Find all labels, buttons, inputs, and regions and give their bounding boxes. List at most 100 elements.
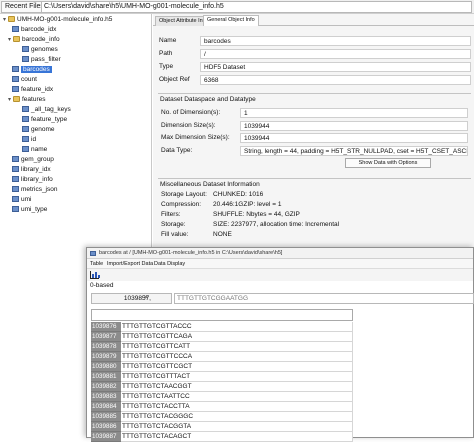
row-index: 1039885 (91, 412, 121, 422)
tree-item-umi[interactable]: umi (12, 195, 31, 205)
row-value[interactable]: TTTGTTGTCGTTTACT (121, 372, 353, 382)
tree-item-umi-type[interactable]: umi_type (12, 205, 47, 215)
collapse-toggle-icon[interactable]: ▾ (6, 95, 13, 105)
tree-item-library-idx[interactable]: library_idx (12, 165, 51, 175)
table-row[interactable]: 1039881 TTTGTTGTCGTTTACT (91, 372, 353, 382)
row-value[interactable]: TTTGTTGTCTAATTCC (121, 392, 353, 402)
table-row[interactable]: 1039877 TTTGTTGTCGTTCAGA (91, 332, 353, 342)
compression-row: Compression: 20.446:1GZIP: level = 1 (161, 201, 282, 208)
table-row[interactable]: 1039882 TTTGTTGTCTAACGGT (91, 382, 353, 392)
dataset-table-window[interactable]: barcodes at / [UMH-MO-g001-molecule_info… (86, 247, 474, 442)
row-value[interactable]: TTTGTTGTCTACGGTA (121, 422, 353, 432)
dimsize-row: Dimension Size(s): 1039944 (158, 121, 471, 131)
collapse-toggle-icon[interactable]: ▾ (6, 35, 13, 45)
maxdim-row: Max Dimension Size(s): 1039944 (158, 133, 471, 143)
dataset-icon (22, 136, 29, 142)
row-value[interactable]: TTTGTTGTCGTTCGCT (121, 362, 353, 372)
tree-item-barcode-info[interactable]: ▾ barcode_info (6, 35, 60, 45)
prop-type: Type HDF5 Dataset (155, 62, 471, 73)
tree-item-all-tag-keys[interactable]: _all_tag_keys (22, 105, 71, 115)
prop-path: Path / (155, 49, 471, 60)
equals-sign: = (144, 294, 148, 301)
table-row[interactable]: 1039886 TTTGTTGTCTACGGTA (91, 422, 353, 432)
tree-root[interactable]: ▾ UMH-MO-g001-molecule_info.h5 (1, 15, 112, 25)
menu-table[interactable]: Table (90, 260, 103, 268)
column-header[interactable] (91, 309, 353, 321)
recent-files-bar: Recent Files C:\Users\david\share\h5\UMH… (0, 0, 474, 14)
window-title-bar[interactable]: barcodes at / [UMH-MO-g001-molecule_info… (87, 248, 473, 259)
dataset-icon (22, 146, 29, 152)
dataset-icon (12, 206, 19, 212)
row-index: 1039880 (91, 362, 121, 372)
tree-item-features[interactable]: ▾ features (6, 95, 46, 105)
index-base-label: 0-based (90, 282, 114, 289)
window-title: barcodes at / [UMH-MO-g001-molecule_info… (99, 250, 283, 256)
row-index: 1039884 (91, 402, 121, 412)
tree-item-feature-type[interactable]: feature_type (22, 115, 67, 125)
row-index: 1039876 (91, 322, 121, 332)
chart-icon[interactable] (90, 271, 100, 279)
table-row[interactable]: 1039884 TTTGTTGTCTACCTTA (91, 402, 353, 412)
dataset-icon (12, 66, 19, 72)
dataspace-title: Dataset Dataspace and Datatype (160, 96, 256, 103)
tree-item-barcodes[interactable]: barcodes (12, 65, 52, 75)
menu-data-display[interactable]: Data Display (154, 260, 185, 268)
table-row[interactable]: 1039883 TTTGTTGTCTAATTCC (91, 392, 353, 402)
row-value[interactable]: TTTGTTGTCGTTCAGA (121, 332, 353, 342)
row-value[interactable]: TTTGTTGTCTACCTTA (121, 402, 353, 412)
file-path-input[interactable]: C:\Users\david\share\h5\UMH-MO-g001-mole… (41, 1, 472, 13)
row-value[interactable]: TTTGTTGTCGTTCCCA (121, 352, 353, 362)
tree-item-feature-idx[interactable]: feature_idx (12, 85, 53, 95)
row-value[interactable]: TTTGTTGTCTACAGCT (121, 432, 353, 442)
table-row[interactable]: 1039880 TTTGTTGTCGTTCGCT (91, 362, 353, 372)
dataset-icon (22, 56, 29, 62)
table-row[interactable]: 1039876 TTTGTTGTCGTTACCC (91, 322, 353, 332)
misc-title: Miscellaneous Dataset Information (160, 181, 260, 188)
row-value[interactable]: TTTGTTGTCTAACGGT (121, 382, 353, 392)
prop-object-ref: Object Ref 6368 (155, 75, 471, 86)
dataset-icon (12, 26, 19, 32)
ndims-row: No. of Dimension(s): 1 (158, 108, 471, 118)
tree-item-genome[interactable]: genome (22, 125, 55, 135)
tree-item-pass-filter[interactable]: pass_filter (22, 55, 61, 65)
dataset-icon (12, 86, 19, 92)
table-row[interactable]: 1039879 TTTGTTGTCGTTCCCA (91, 352, 353, 362)
window-toolbar (87, 269, 473, 281)
folder-icon (13, 96, 20, 102)
dataset-icon (12, 196, 19, 202)
tree-item-gem-group[interactable]: gem_group (12, 155, 54, 165)
window-menu-bar: Table Import/Export Data Data Display (87, 259, 473, 269)
info-tabs: Object Attribute Info General Object Inf… (153, 14, 474, 26)
table-row[interactable]: 1039878 TTTGTTGTCGTTCATT (91, 342, 353, 352)
folder-icon (13, 36, 20, 42)
storage-layout-row: Storage Layout: CHUNKED: 1016 (161, 191, 264, 198)
row-value[interactable]: TTTGTTGTCGTTACCC (121, 322, 353, 332)
row-index: 1039878 (91, 342, 121, 352)
tab-general-object-info[interactable]: General Object Info (203, 15, 259, 26)
collapse-toggle-icon[interactable]: ▾ (1, 15, 8, 25)
dataset-icon (12, 156, 19, 162)
menu-import-export[interactable]: Import/Export Data (107, 260, 153, 268)
tree-item-count[interactable]: count (12, 75, 37, 85)
row-index: 1039886 (91, 422, 121, 432)
cell-editor-row: 1039857, = TTTGTTGTCGGAATGG (89, 293, 474, 304)
tree-item-name[interactable]: name (22, 145, 47, 155)
table-row[interactable]: 1039887 TTTGTTGTCTACAGCT (91, 432, 353, 442)
cell-value-field[interactable]: TTTGTTGTCGGAATGG (174, 293, 474, 304)
show-data-with-options-button[interactable]: Show Data with Options (345, 158, 431, 168)
tree-item-barcode-idx[interactable]: barcode_idx (12, 25, 56, 35)
tree-item-id[interactable]: id (22, 135, 36, 145)
tree-item-genomes[interactable]: genomes (22, 45, 58, 55)
filters-row: Filters: SHUFFLE: Nbytes = 44, GZIP (161, 211, 300, 218)
row-value[interactable]: TTTGTTGTCTACGGGC (121, 412, 353, 422)
misc-group: Miscellaneous Dataset Information Storag… (158, 178, 471, 258)
row-value[interactable]: TTTGTTGTCGTTCATT (121, 342, 353, 352)
tree-item-library-info[interactable]: library_info (12, 175, 53, 185)
prop-name: Name barcodes (155, 36, 471, 47)
dataset-icon (22, 106, 29, 112)
file-icon (8, 16, 15, 22)
table-row[interactable]: 1039885 TTTGTTGTCTACGGGC (91, 412, 353, 422)
tree-item-metrics-json[interactable]: metrics_json (12, 185, 57, 195)
cell-address-field[interactable]: 1039857, (91, 293, 172, 304)
dataset-icon (22, 116, 29, 122)
